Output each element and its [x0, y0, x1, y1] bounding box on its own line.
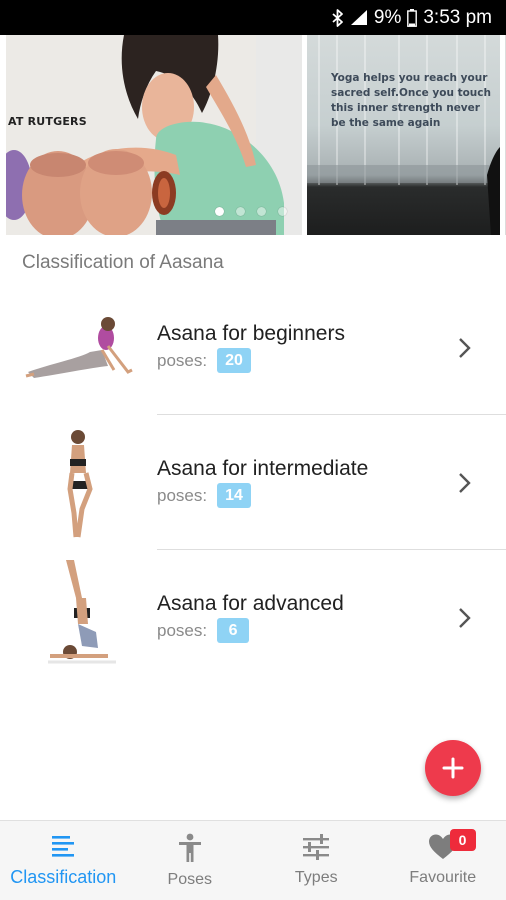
beginner-pose-image: [25, 317, 133, 378]
item-title: Asana for intermediate: [157, 457, 369, 480]
battery-percent: 9%: [373, 6, 402, 28]
clock: 3:53 pm: [423, 6, 492, 28]
add-button[interactable]: [425, 740, 481, 796]
person-icon: [178, 833, 201, 862]
banner-caption: AT RUTGERS: [8, 115, 87, 128]
item-title: Asana for advanced: [157, 592, 344, 615]
banner-quote: Yoga helps you reach your sacred self.On…: [331, 72, 491, 129]
nav-label: Types: [294, 869, 338, 886]
banner-edge: [500, 35, 506, 235]
poses-label: poses:: [157, 620, 208, 640]
nav-label: Poses: [167, 871, 212, 888]
nav-label: Classification: [10, 867, 117, 887]
section-title: Classification of Aasana: [22, 252, 224, 273]
list-item-advanced[interactable]: Asana for advanced poses: 6: [0, 550, 506, 685]
carousel-dot[interactable]: [236, 207, 245, 216]
plus-icon: [442, 757, 464, 779]
nav-favourite[interactable]: 0 Favourite: [380, 821, 506, 900]
list-item-beginners[interactable]: Asana for beginners poses: 20: [0, 280, 506, 415]
forest-photo: [307, 35, 500, 235]
chevron-right-icon: [459, 338, 471, 358]
poses-row: poses: 6: [157, 618, 250, 643]
poses-label: poses:: [157, 485, 208, 505]
banner-slide-quote[interactable]: Yoga helps you reach your sacred self.On…: [307, 35, 500, 235]
banner-carousel[interactable]: AT RUTGERS Yoga helps you reach your sac…: [0, 35, 506, 235]
carousel-dot[interactable]: [215, 207, 224, 216]
poses-count-badge: 6: [217, 618, 250, 643]
chevron-right-icon: [459, 608, 471, 628]
classification-list: Asana for beginners poses: 20 Asana for …: [0, 280, 506, 685]
bottom-navigation: Classification Poses Types 0 Favourite: [0, 820, 506, 900]
advanced-pose-image: [48, 560, 116, 664]
signal-icon: [350, 9, 368, 26]
sliders-icon: [303, 834, 330, 860]
carousel-dot[interactable]: [257, 207, 266, 216]
poses-row: poses: 14: [157, 483, 251, 508]
chevron-right-icon: [459, 473, 471, 493]
poses-count-badge: 20: [217, 348, 251, 373]
nav-label: Favourite: [409, 869, 477, 886]
carousel-indicator: [215, 207, 287, 216]
intermediate-pose-image: [67, 430, 93, 538]
carousel-dot[interactable]: [278, 207, 287, 216]
yoga-stretch-photo: [6, 35, 302, 235]
status-bar: 9% 3:53 pm: [0, 0, 506, 35]
nav-poses[interactable]: Poses: [127, 821, 254, 900]
poses-row: poses: 20: [157, 348, 251, 373]
list-item-intermediate[interactable]: Asana for intermediate poses: 14: [0, 415, 506, 550]
battery-icon: [407, 8, 418, 27]
poses-label: poses:: [157, 350, 208, 370]
nav-types[interactable]: Types: [253, 821, 380, 900]
bluetooth-icon: [332, 8, 344, 27]
nav-classification[interactable]: Classification: [0, 821, 127, 900]
banner-slide-yoga-stretch[interactable]: AT RUTGERS: [6, 35, 302, 235]
item-title: Asana for beginners: [157, 322, 345, 345]
favourite-count-badge: 0: [449, 829, 476, 851]
list-icon: [52, 836, 75, 857]
poses-count-badge: 14: [217, 483, 251, 508]
